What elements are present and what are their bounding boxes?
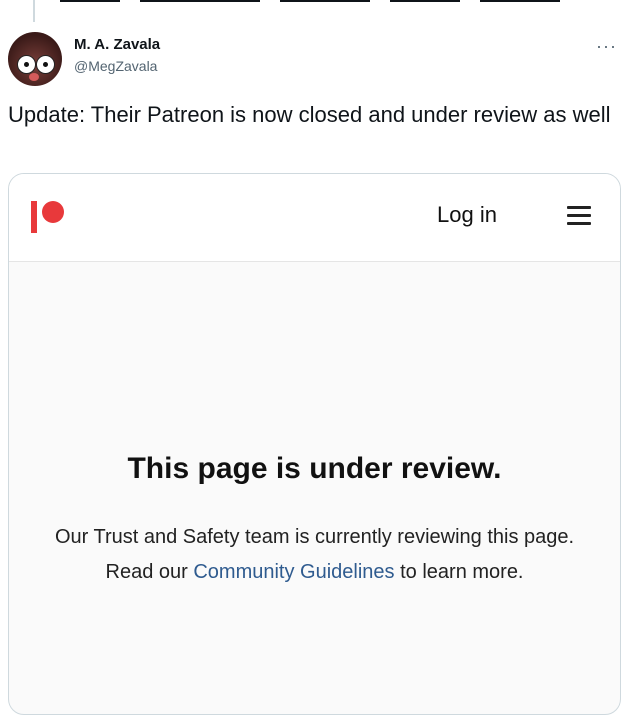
community-guidelines-link[interactable]: Community Guidelines <box>193 561 394 583</box>
patreon-header: Log in <box>9 174 620 262</box>
hamburger-menu-icon[interactable] <box>567 205 591 225</box>
link-preview-card[interactable]: Log in This page is under review. Our Tr… <box>8 173 621 715</box>
review-message: Our Trust and Safety team is currently r… <box>29 520 600 590</box>
avatar[interactable] <box>8 32 62 86</box>
patreon-logo-dot <box>42 201 64 223</box>
tweet-text: Update: Their Patreon is now closed and … <box>8 102 611 127</box>
patreon-logo-bar <box>31 201 37 233</box>
avatar-eye <box>36 55 55 74</box>
avatar-mouth <box>29 73 39 81</box>
review-message-line2: Read our Community Guidelines to learn m… <box>105 561 524 583</box>
review-message-line1: Our Trust and Safety team is currently r… <box>54 526 575 548</box>
more-options-icon[interactable]: ··· <box>596 36 617 57</box>
avatar-eye <box>17 55 36 74</box>
previous-tweet-text-clipped <box>60 0 620 4</box>
author-name[interactable]: M. A. Zavala <box>74 36 160 53</box>
patreon-logo-icon[interactable] <box>31 201 71 233</box>
author-handle[interactable]: @MegZavala <box>74 58 157 74</box>
login-button[interactable]: Log in <box>437 202 497 228</box>
thread-connector-line <box>33 0 35 22</box>
review-heading: This page is under review. <box>127 452 502 485</box>
